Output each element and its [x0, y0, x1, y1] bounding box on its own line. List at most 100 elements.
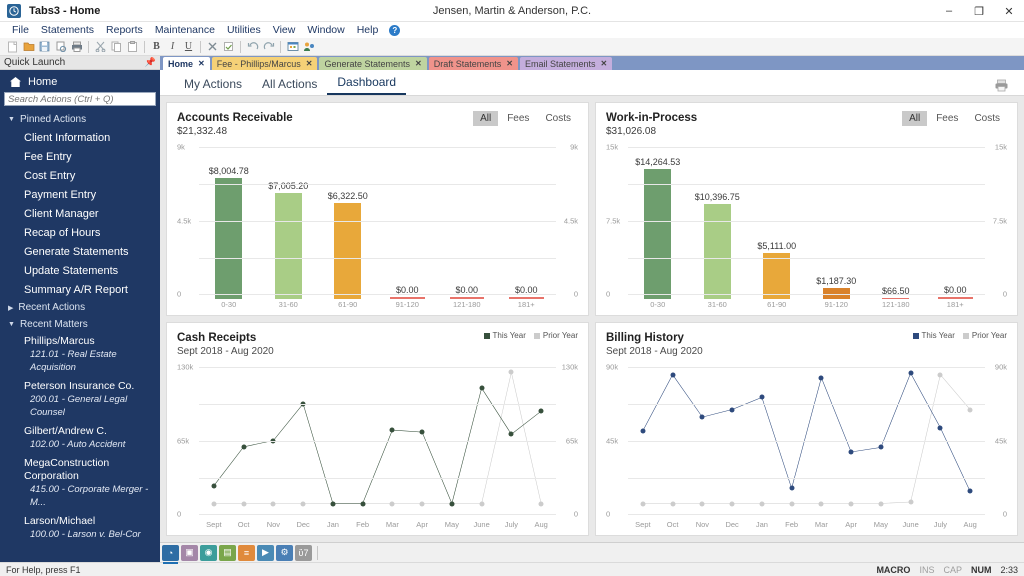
sidebar-item-generate-statements[interactable]: Generate Statements	[0, 242, 160, 261]
sidebar-item-recap-of-hours[interactable]: Recap of Hours	[0, 223, 160, 242]
data-point[interactable]	[819, 375, 824, 380]
data-point[interactable]	[640, 501, 645, 506]
menu-utilities[interactable]: Utilities	[221, 22, 267, 38]
bold-icon[interactable]: B	[149, 39, 164, 54]
practice-master-app[interactable]: ≡	[238, 545, 255, 561]
sidebar-item-payment-entry[interactable]: Payment Entry	[0, 185, 160, 204]
data-point[interactable]	[878, 501, 883, 506]
ar-filter-fees[interactable]: Fees	[500, 111, 536, 126]
data-point[interactable]	[390, 428, 395, 433]
bar[interactable]	[275, 193, 302, 299]
list-item[interactable]: Phillips/Marcus 121.01 - Real Estate Acq…	[0, 333, 160, 378]
data-point[interactable]	[908, 499, 913, 504]
data-point[interactable]	[479, 386, 484, 391]
platform-app[interactable]: ⚙	[276, 545, 293, 561]
data-point[interactable]	[730, 501, 735, 506]
general-ledger-app[interactable]: ◉	[200, 545, 217, 561]
delete-icon[interactable]	[205, 39, 220, 54]
data-point[interactable]	[789, 501, 794, 506]
sidebar-group-pinned-actions[interactable]: ▼ Pinned Actions	[0, 111, 160, 128]
print-icon[interactable]	[69, 39, 84, 54]
help-icon[interactable]: ?	[389, 25, 400, 36]
bar[interactable]	[450, 297, 485, 299]
redo-icon[interactable]	[261, 39, 276, 54]
data-point[interactable]	[211, 483, 216, 488]
data-point[interactable]	[938, 372, 943, 377]
list-item[interactable]: Peterson Insurance Co. 200.01 - General …	[0, 378, 160, 423]
tab-my-actions[interactable]: My Actions	[174, 77, 252, 95]
data-point[interactable]	[420, 501, 425, 506]
data-point[interactable]	[819, 501, 824, 506]
close-icon[interactable]: ✕	[600, 59, 607, 68]
data-point[interactable]	[968, 407, 973, 412]
data-point[interactable]	[968, 489, 973, 494]
data-point[interactable]	[509, 370, 514, 375]
window-tab-email-statements[interactable]: Email Statements ✕	[520, 57, 612, 70]
calendar-icon[interactable]	[285, 39, 300, 54]
spellcheck-icon[interactable]	[221, 39, 236, 54]
sidebar-group-recent-actions[interactable]: ▶ Recent Actions	[0, 299, 160, 316]
sidebar-item-client-information[interactable]: Client Information	[0, 128, 160, 147]
data-point[interactable]	[509, 432, 514, 437]
system-configuration-app[interactable]: ὒ7	[295, 545, 312, 561]
bar[interactable]	[644, 169, 671, 299]
data-point[interactable]	[878, 445, 883, 450]
window-tab-generate-statements[interactable]: Generate Statements ✕	[319, 57, 426, 70]
data-point[interactable]	[759, 395, 764, 400]
close-button[interactable]: ✕	[994, 0, 1024, 22]
data-point[interactable]	[670, 501, 675, 506]
list-item[interactable]: MegaConstruction Corporation 415.00 - Co…	[0, 455, 160, 513]
minimize-button[interactable]: –	[934, 0, 964, 22]
wip-filter-all[interactable]: All	[902, 111, 927, 126]
close-icon[interactable]: ✕	[198, 59, 205, 68]
menu-help[interactable]: Help	[351, 22, 385, 38]
data-point[interactable]	[449, 501, 454, 506]
trust-accounting-app[interactable]: ▣	[181, 545, 198, 561]
data-point[interactable]	[700, 501, 705, 506]
taskbill-app[interactable]: ▶	[257, 545, 274, 561]
client-icon[interactable]	[301, 39, 316, 54]
list-item[interactable]: Gilbert/Andrew C. 102.00 - Auto Accident	[0, 423, 160, 455]
sidebar-item-home[interactable]: Home	[0, 73, 160, 92]
sidebar-item-client-manager[interactable]: Client Manager	[0, 204, 160, 223]
data-point[interactable]	[670, 372, 675, 377]
bar[interactable]	[509, 297, 544, 299]
data-point[interactable]	[211, 501, 216, 506]
bar[interactable]	[390, 297, 425, 299]
data-point[interactable]	[789, 486, 794, 491]
data-point[interactable]	[700, 415, 705, 420]
menu-window[interactable]: Window	[301, 22, 350, 38]
bar[interactable]	[704, 204, 731, 299]
accounts-payable-app[interactable]: ▤	[219, 545, 236, 561]
window-tab-fee-phillips-marcus[interactable]: Fee - Phillips/Marcus ✕	[212, 57, 318, 70]
tab-all-actions[interactable]: All Actions	[252, 77, 327, 95]
ar-filter-costs[interactable]: Costs	[538, 111, 578, 126]
data-point[interactable]	[938, 425, 943, 430]
window-tab-home[interactable]: Home ✕	[163, 57, 210, 70]
list-item[interactable]: Larson/Michael 100.00 - Larson v. Bel-Co…	[0, 513, 160, 545]
tab-dashboard[interactable]: Dashboard	[327, 75, 406, 95]
maximize-button[interactable]: ❐	[964, 0, 994, 22]
search-input[interactable]	[4, 92, 156, 106]
bar[interactable]	[215, 178, 242, 299]
menu-file[interactable]: File	[6, 22, 35, 38]
data-point[interactable]	[241, 444, 246, 449]
sidebar-item-fee-entry[interactable]: Fee Entry	[0, 147, 160, 166]
new-document-icon[interactable]	[5, 39, 20, 54]
data-point[interactable]	[539, 409, 544, 414]
window-tab-draft-statements[interactable]: Draft Statements ✕	[429, 57, 518, 70]
data-point[interactable]	[479, 501, 484, 506]
italic-icon[interactable]: I	[165, 39, 180, 54]
bar[interactable]	[938, 297, 973, 299]
data-point[interactable]	[360, 501, 365, 506]
data-point[interactable]	[759, 501, 764, 506]
cut-icon[interactable]	[93, 39, 108, 54]
data-point[interactable]	[330, 501, 335, 506]
close-icon[interactable]: ✕	[415, 59, 422, 68]
sidebar-group-recent-matters[interactable]: ▼ Recent Matters	[0, 316, 160, 333]
save-icon[interactable]	[37, 39, 52, 54]
menu-reports[interactable]: Reports	[100, 22, 149, 38]
data-point[interactable]	[640, 428, 645, 433]
open-folder-icon[interactable]	[21, 39, 36, 54]
data-point[interactable]	[301, 501, 306, 506]
